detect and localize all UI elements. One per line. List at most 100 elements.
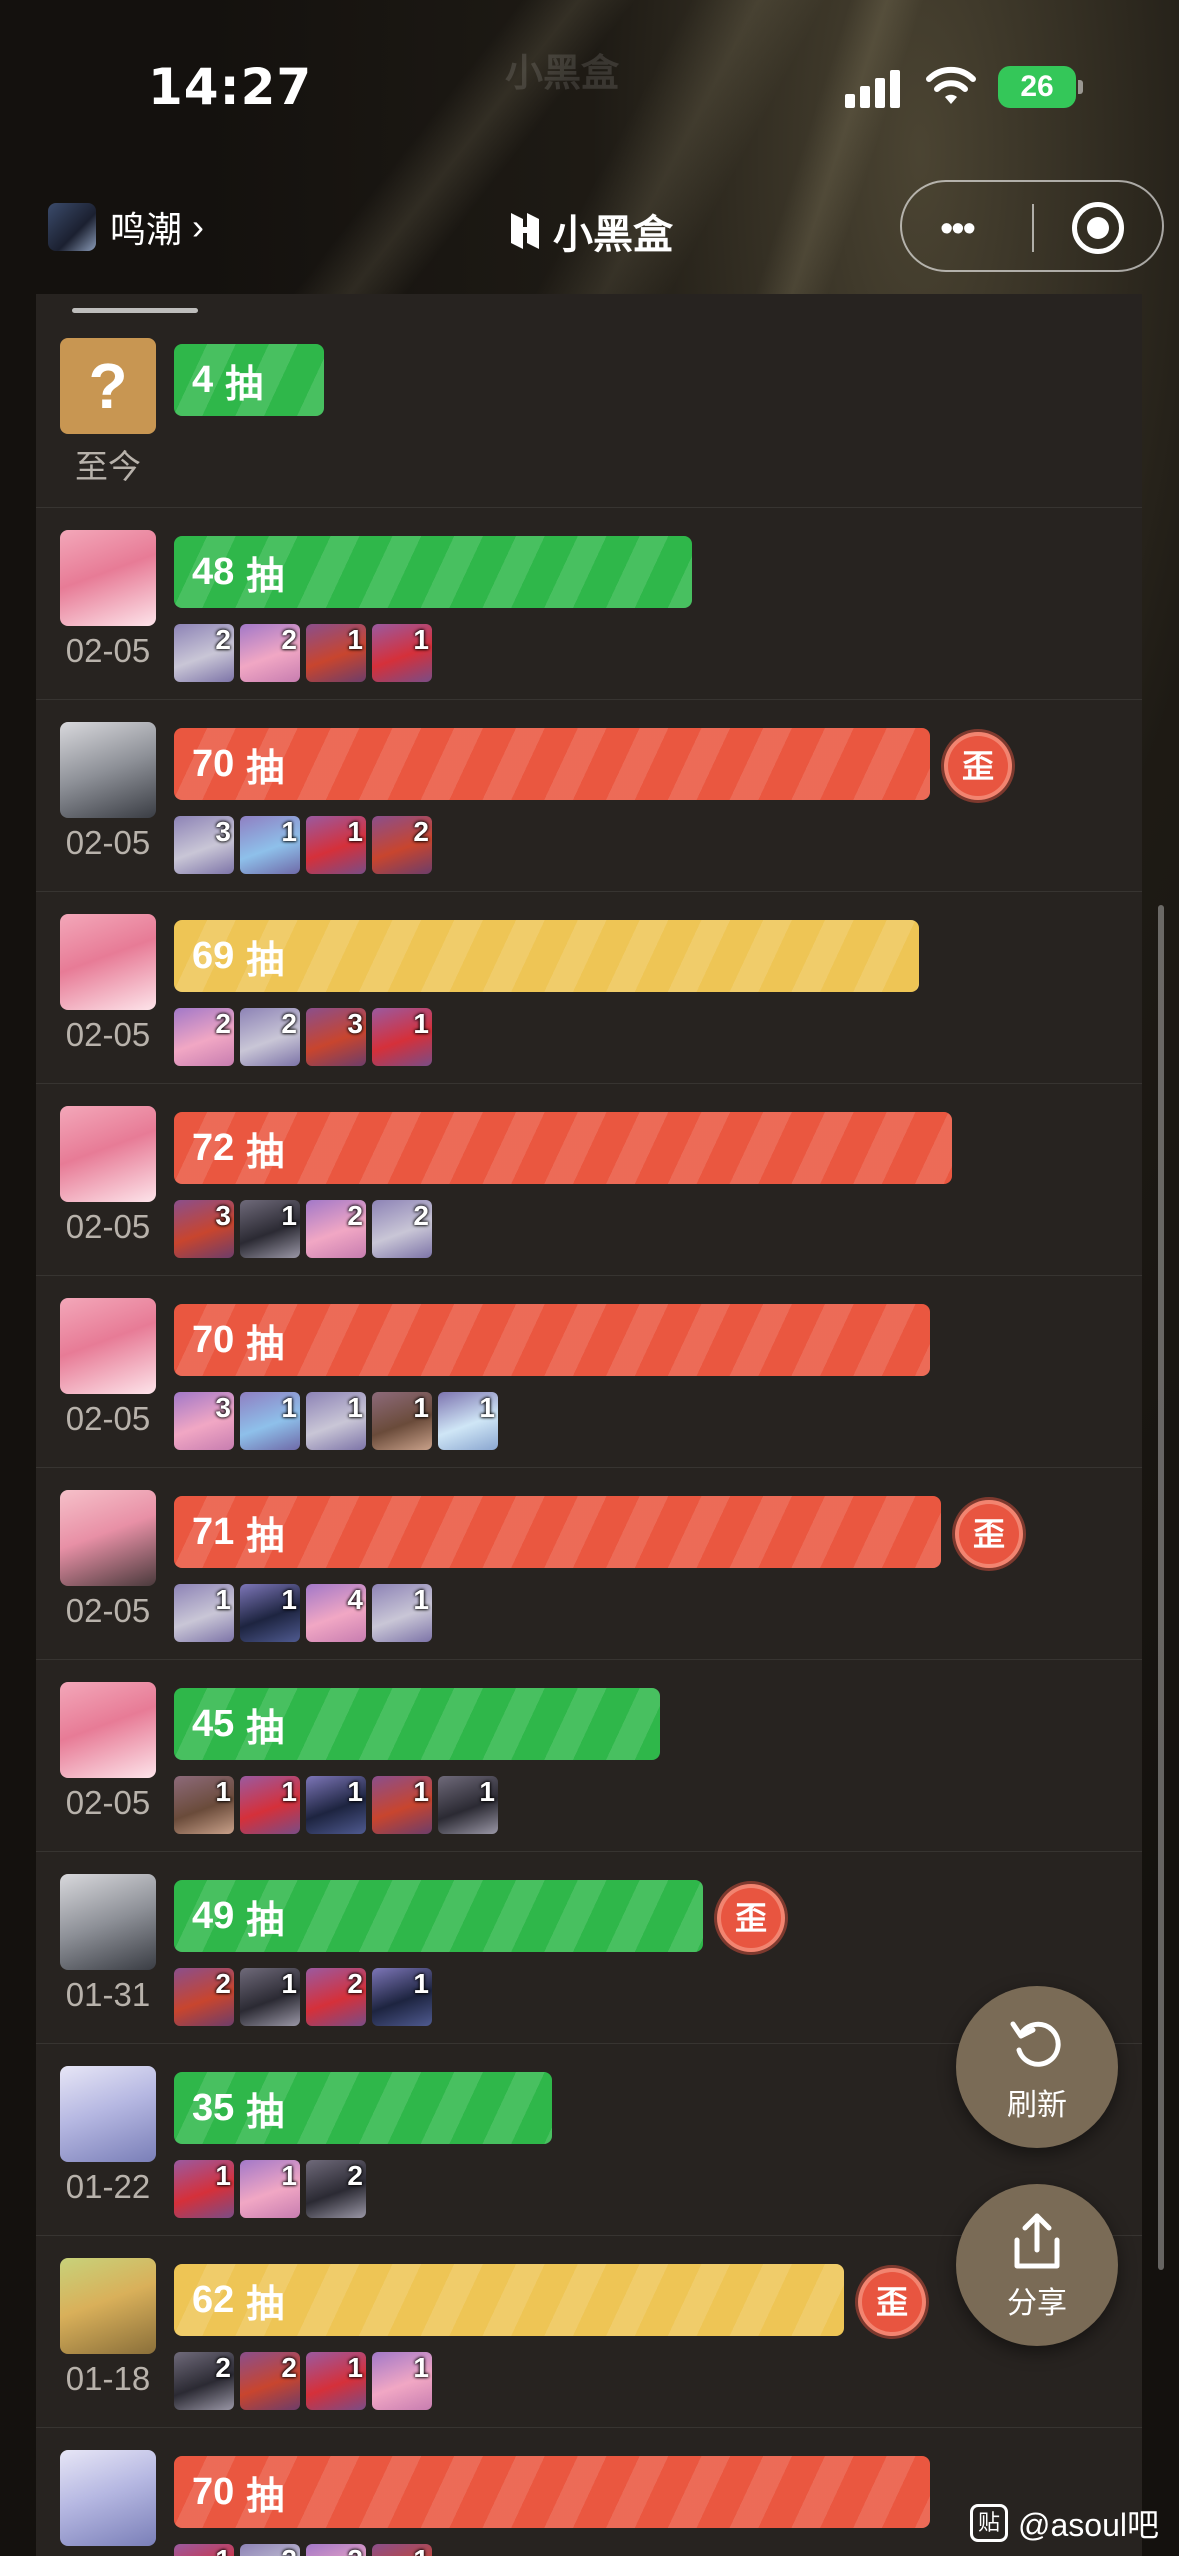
character-icon: 1 xyxy=(240,816,300,874)
off-banner-badge: 歪 xyxy=(955,1500,1023,1568)
character-icon: 1 xyxy=(174,2160,234,2218)
more-options-button[interactable]: ••• xyxy=(940,208,976,251)
character-icon: 1 xyxy=(240,1776,300,1834)
record-row: 02-05 70 抽 歪 3 1 1 2 xyxy=(36,700,1142,892)
record-date: 02-05 xyxy=(65,1208,151,1245)
pull-count: 45 xyxy=(192,1702,235,1745)
pull-count-bar: 62 抽 xyxy=(174,2264,844,2336)
scrollbar[interactable] xyxy=(1158,905,1164,2270)
four-star-characters: 1 2 2 1 xyxy=(174,2544,432,2556)
character-icon: 2 xyxy=(240,1008,300,1066)
character-count: 1 xyxy=(413,624,429,655)
character-icon: 1 xyxy=(240,1968,300,2026)
character-avatar xyxy=(60,722,156,818)
character-icon: 2 xyxy=(306,1200,366,1258)
character-icon: 1 xyxy=(372,624,432,682)
character-count: 1 xyxy=(413,1392,429,1423)
character-count: 2 xyxy=(215,1968,231,1999)
character-icon: 1 xyxy=(372,1968,432,2026)
character-count: 1 xyxy=(347,816,363,847)
character-count: 2 xyxy=(347,2544,363,2556)
character-icon: 1 xyxy=(240,1392,300,1450)
pull-count-bar: 70 抽 xyxy=(174,2456,930,2528)
share-button[interactable]: 分享 xyxy=(956,2184,1118,2346)
record-date: 02-05 xyxy=(65,632,151,669)
character-icon: 2 xyxy=(174,1008,234,1066)
pull-count: 35 xyxy=(192,2086,235,2129)
pull-count-bar: 48 抽 xyxy=(174,536,692,608)
wifi-icon xyxy=(926,66,976,104)
character-avatar xyxy=(60,1298,156,1394)
character-count: 1 xyxy=(413,1008,429,1039)
character-count: 3 xyxy=(347,1008,363,1039)
pull-count-bar: 70 抽 xyxy=(174,1304,930,1376)
character-icon: 1 xyxy=(306,624,366,682)
character-icon: 1 xyxy=(438,1392,498,1450)
status-time: 14:27 xyxy=(148,58,313,116)
character-count: 2 xyxy=(347,2160,363,2191)
record-date: 01-22 xyxy=(65,2168,151,2205)
pull-unit: 抽 xyxy=(246,1323,285,1366)
cellular-signal-icon xyxy=(845,68,905,108)
character-icon: 3 xyxy=(174,1200,234,1258)
character-icon: 2 xyxy=(240,624,300,682)
character-count: 2 xyxy=(413,816,429,847)
character-count: 1 xyxy=(413,1776,429,1807)
off-banner-badge: 歪 xyxy=(717,1884,785,1952)
record-date: 02-05 xyxy=(65,1784,151,1821)
pull-unit: 抽 xyxy=(246,747,285,790)
character-count: 1 xyxy=(281,2160,297,2191)
pull-count-bar: 71 抽 xyxy=(174,1496,941,1568)
character-count: 1 xyxy=(281,1776,297,1807)
character-icon: 1 xyxy=(372,1392,432,1450)
pull-count: 49 xyxy=(192,1894,235,1937)
character-count: 1 xyxy=(281,816,297,847)
character-icon: 2 xyxy=(174,2352,234,2410)
pull-count-bar: 72 抽 xyxy=(174,1112,952,1184)
pull-unit: 抽 xyxy=(246,1131,285,1174)
pull-count: 72 xyxy=(192,1126,235,1169)
four-star-characters: 2 2 3 1 xyxy=(174,1008,432,1066)
character-avatar xyxy=(60,2066,156,2162)
character-count: 1 xyxy=(215,2160,231,2191)
character-icon: 1 xyxy=(174,2544,234,2556)
character-icon: 2 xyxy=(174,624,234,682)
close-miniapp-button[interactable] xyxy=(1072,202,1124,254)
character-count: 2 xyxy=(281,1008,297,1039)
character-icon: 1 xyxy=(306,1776,366,1834)
record-row: ? 至今 4 抽 xyxy=(36,316,1142,508)
refresh-button[interactable]: 刷新 xyxy=(956,1986,1118,2148)
pull-unit: 抽 xyxy=(246,2283,285,2326)
game-selector[interactable]: 鸣潮 › xyxy=(48,202,204,252)
refresh-icon xyxy=(1010,2021,1061,2067)
character-count: 3 xyxy=(215,1200,231,1231)
unknown-character-avatar: ? xyxy=(60,338,156,434)
record-row: 02-05 71 抽 歪 1 1 4 1 xyxy=(36,1468,1142,1660)
character-count: 1 xyxy=(413,1968,429,1999)
pull-count-bar: 4抽 xyxy=(174,344,324,416)
character-count: 1 xyxy=(413,1584,429,1615)
character-count: 1 xyxy=(347,2352,363,2383)
pull-count-bar: 45 抽 xyxy=(174,1688,660,1760)
pull-unit: 抽 xyxy=(225,363,264,406)
character-count: 1 xyxy=(479,1776,495,1807)
navigation-bar: 鸣潮 › 小黑盒 ••• xyxy=(0,180,1179,290)
pull-count: 71 xyxy=(192,1510,235,1553)
refresh-label: 刷新 xyxy=(1007,2089,1067,2122)
character-icon: 1 xyxy=(372,1008,432,1066)
character-avatar xyxy=(60,2450,156,2546)
character-avatar xyxy=(60,1682,156,1778)
character-count: 2 xyxy=(347,1968,363,1999)
record-date: 01-31 xyxy=(65,1976,151,2013)
record-date: 02-05 xyxy=(65,1400,151,1437)
tieba-icon: 贴 xyxy=(970,2504,1008,2542)
pull-count: 62 xyxy=(192,2278,235,2321)
character-count: 1 xyxy=(413,2544,429,2556)
miniapp-capsule: ••• xyxy=(900,180,1164,272)
character-avatar xyxy=(60,1874,156,1970)
record-row: 02-05 70 抽 3 1 1 1 1 xyxy=(36,1276,1142,1468)
four-star-characters: 2 2 1 1 xyxy=(174,2352,432,2410)
status-bar: 14:27 小黑盒 26 xyxy=(0,0,1179,180)
character-icon: 1 xyxy=(372,2352,432,2410)
watermark: 贴 @asoul吧 xyxy=(970,2500,1159,2546)
